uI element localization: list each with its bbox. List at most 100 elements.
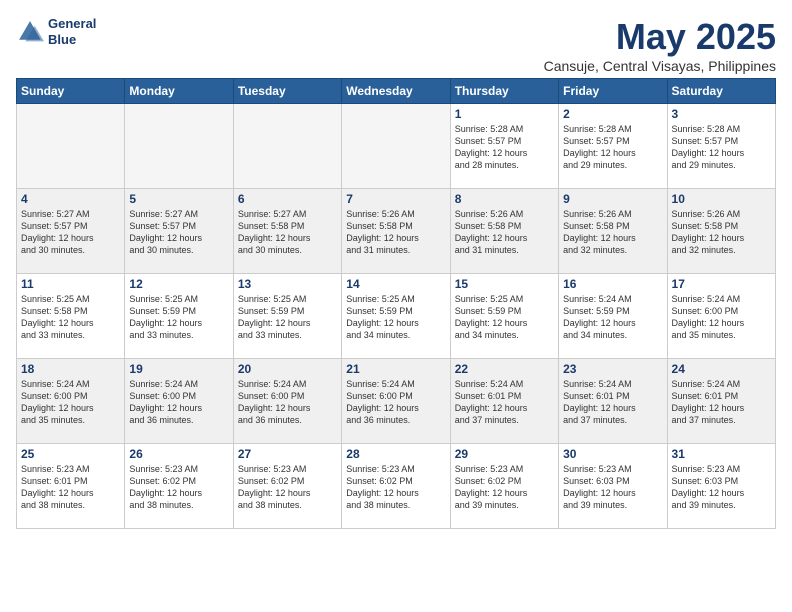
calendar-cell: 15Sunrise: 5:25 AM Sunset: 5:59 PM Dayli… (450, 274, 558, 359)
calendar-title: May 2025 (544, 16, 776, 58)
day-number: 4 (21, 192, 120, 206)
day-number: 22 (455, 362, 554, 376)
calendar-cell: 23Sunrise: 5:24 AM Sunset: 6:01 PM Dayli… (559, 359, 667, 444)
cell-info: Sunrise: 5:23 AM Sunset: 6:02 PM Dayligh… (346, 463, 445, 512)
cell-info: Sunrise: 5:26 AM Sunset: 5:58 PM Dayligh… (455, 208, 554, 257)
calendar-week-row: 4 Sunrise: 5:27 AM Sunset: 5:57 PM Daylig… (17, 189, 776, 274)
calendar-cell: 27 Sunrise: 5:23 AM Sunset: 6:02 PM Dayli… (233, 444, 341, 529)
cell-info: Sunrise: 5:27 AM Sunset: 5:58 PM Dayligh… (238, 208, 337, 257)
day-header-tuesday: Tuesday (233, 79, 341, 104)
cell-info: Sunrise: 5:24 AM Sunset: 6:00 PM Dayligh… (129, 378, 228, 427)
calendar-cell: 20 Sunrise: 5:24 AM Sunset: 6:00 PM Dayli… (233, 359, 341, 444)
calendar-cell: 30 Sunrise: 5:23 AM Sunset: 6:03 PM Dayli… (559, 444, 667, 529)
calendar-cell: 16 Sunrise: 5:24 AM Sunset: 5:59 PM Dayli… (559, 274, 667, 359)
cell-info: Sunrise: 5:23 AM Sunset: 6:03 PM Dayligh… (563, 463, 662, 512)
calendar-week-row: 18 Sunrise: 5:24 AM Sunset: 6:00 PM Dayli… (17, 359, 776, 444)
cell-info: Sunrise: 5:23 AM Sunset: 6:02 PM Dayligh… (455, 463, 554, 512)
calendar-cell: 18 Sunrise: 5:24 AM Sunset: 6:00 PM Dayli… (17, 359, 125, 444)
cell-info: Sunrise: 5:27 AM Sunset: 5:57 PM Dayligh… (21, 208, 120, 257)
calendar-cell: 17Sunrise: 5:24 AM Sunset: 6:00 PM Dayli… (667, 274, 775, 359)
cell-info: Sunrise: 5:23 AM Sunset: 6:02 PM Dayligh… (238, 463, 337, 512)
cell-info: Sunrise: 5:23 AM Sunset: 6:03 PM Dayligh… (672, 463, 771, 512)
day-header-saturday: Saturday (667, 79, 775, 104)
calendar-cell: 25 Sunrise: 5:23 AM Sunset: 6:01 PM Dayli… (17, 444, 125, 529)
day-number: 25 (21, 447, 120, 461)
cell-info: Sunrise: 5:26 AM Sunset: 5:58 PM Dayligh… (346, 208, 445, 257)
day-number: 5 (129, 192, 228, 206)
day-number: 15 (455, 277, 554, 291)
day-number: 16 (563, 277, 662, 291)
day-header-sunday: Sunday (17, 79, 125, 104)
calendar-cell: 21 Sunrise: 5:24 AM Sunset: 6:00 PM Dayli… (342, 359, 450, 444)
calendar-cell: 14Sunrise: 5:25 AM Sunset: 5:59 PM Dayli… (342, 274, 450, 359)
cell-info: Sunrise: 5:24 AM Sunset: 6:00 PM Dayligh… (238, 378, 337, 427)
day-number: 2 (563, 107, 662, 121)
day-number: 6 (238, 192, 337, 206)
cell-info: Sunrise: 5:26 AM Sunset: 5:58 PM Dayligh… (563, 208, 662, 257)
calendar-cell: 13Sunrise: 5:25 AM Sunset: 5:59 PM Dayli… (233, 274, 341, 359)
calendar-cell (17, 104, 125, 189)
page-header: General Blue May 2025 Cansuje, Central V… (16, 16, 776, 74)
calendar-cell: 4 Sunrise: 5:27 AM Sunset: 5:57 PM Daylig… (17, 189, 125, 274)
day-header-thursday: Thursday (450, 79, 558, 104)
calendar-cell: 24Sunrise: 5:24 AM Sunset: 6:01 PM Dayli… (667, 359, 775, 444)
calendar-cell: 3 Sunrise: 5:28 AM Sunset: 5:57 PM Daylig… (667, 104, 775, 189)
calendar-cell: 22 Sunrise: 5:24 AM Sunset: 6:01 PM Dayli… (450, 359, 558, 444)
day-number: 11 (21, 277, 120, 291)
calendar-header-row: SundayMondayTuesdayWednesdayThursdayFrid… (17, 79, 776, 104)
day-number: 18 (21, 362, 120, 376)
calendar-cell: 12 Sunrise: 5:25 AM Sunset: 5:59 PM Dayli… (125, 274, 233, 359)
cell-info: Sunrise: 5:24 AM Sunset: 6:00 PM Dayligh… (672, 293, 771, 342)
calendar-cell: 19Sunrise: 5:24 AM Sunset: 6:00 PM Dayli… (125, 359, 233, 444)
calendar-cell: 26 Sunrise: 5:23 AM Sunset: 6:02 PM Dayli… (125, 444, 233, 529)
cell-info: Sunrise: 5:24 AM Sunset: 6:01 PM Dayligh… (563, 378, 662, 427)
cell-info: Sunrise: 5:28 AM Sunset: 5:57 PM Dayligh… (455, 123, 554, 172)
calendar-cell: 11Sunrise: 5:25 AM Sunset: 5:58 PM Dayli… (17, 274, 125, 359)
title-block: May 2025 Cansuje, Central Visayas, Phili… (544, 16, 776, 74)
calendar-cell (233, 104, 341, 189)
day-number: 3 (672, 107, 771, 121)
calendar-week-row: 1 Sunrise: 5:28 AM Sunset: 5:57 PM Daylig… (17, 104, 776, 189)
day-number: 1 (455, 107, 554, 121)
calendar-cell: 1 Sunrise: 5:28 AM Sunset: 5:57 PM Daylig… (450, 104, 558, 189)
cell-info: Sunrise: 5:25 AM Sunset: 5:59 PM Dayligh… (346, 293, 445, 342)
cell-info: Sunrise: 5:24 AM Sunset: 5:59 PM Dayligh… (563, 293, 662, 342)
day-number: 28 (346, 447, 445, 461)
day-number: 30 (563, 447, 662, 461)
day-header-friday: Friday (559, 79, 667, 104)
calendar-cell: 29Sunrise: 5:23 AM Sunset: 6:02 PM Dayli… (450, 444, 558, 529)
cell-info: Sunrise: 5:24 AM Sunset: 6:00 PM Dayligh… (21, 378, 120, 427)
cell-info: Sunrise: 5:25 AM Sunset: 5:59 PM Dayligh… (238, 293, 337, 342)
day-number: 12 (129, 277, 228, 291)
cell-info: Sunrise: 5:23 AM Sunset: 6:01 PM Dayligh… (21, 463, 120, 512)
cell-info: Sunrise: 5:27 AM Sunset: 5:57 PM Dayligh… (129, 208, 228, 257)
calendar-week-row: 25 Sunrise: 5:23 AM Sunset: 6:01 PM Dayli… (17, 444, 776, 529)
cell-info: Sunrise: 5:25 AM Sunset: 5:59 PM Dayligh… (129, 293, 228, 342)
calendar-cell: 10 Sunrise: 5:26 AM Sunset: 5:58 PM Dayli… (667, 189, 775, 274)
calendar-cell: 28 Sunrise: 5:23 AM Sunset: 6:02 PM Dayli… (342, 444, 450, 529)
cell-info: Sunrise: 5:24 AM Sunset: 6:01 PM Dayligh… (672, 378, 771, 427)
day-number: 9 (563, 192, 662, 206)
cell-info: Sunrise: 5:28 AM Sunset: 5:57 PM Dayligh… (672, 123, 771, 172)
day-header-wednesday: Wednesday (342, 79, 450, 104)
calendar-cell: 7 Sunrise: 5:26 AM Sunset: 5:58 PM Daylig… (342, 189, 450, 274)
calendar-cell: 6 Sunrise: 5:27 AM Sunset: 5:58 PM Daylig… (233, 189, 341, 274)
calendar-cell: 2 Sunrise: 5:28 AM Sunset: 5:57 PM Daylig… (559, 104, 667, 189)
cell-info: Sunrise: 5:26 AM Sunset: 5:58 PM Dayligh… (672, 208, 771, 257)
day-header-monday: Monday (125, 79, 233, 104)
logo-text: General Blue (48, 16, 96, 47)
calendar-table: SundayMondayTuesdayWednesdayThursdayFrid… (16, 78, 776, 529)
day-number: 26 (129, 447, 228, 461)
cell-info: Sunrise: 5:24 AM Sunset: 6:00 PM Dayligh… (346, 378, 445, 427)
calendar-cell (342, 104, 450, 189)
day-number: 27 (238, 447, 337, 461)
cell-info: Sunrise: 5:24 AM Sunset: 6:01 PM Dayligh… (455, 378, 554, 427)
day-number: 21 (346, 362, 445, 376)
calendar-subtitle: Cansuje, Central Visayas, Philippines (544, 58, 776, 74)
cell-info: Sunrise: 5:23 AM Sunset: 6:02 PM Dayligh… (129, 463, 228, 512)
day-number: 7 (346, 192, 445, 206)
day-number: 10 (672, 192, 771, 206)
day-number: 20 (238, 362, 337, 376)
cell-info: Sunrise: 5:28 AM Sunset: 5:57 PM Dayligh… (563, 123, 662, 172)
calendar-body: 1 Sunrise: 5:28 AM Sunset: 5:57 PM Daylig… (17, 104, 776, 529)
